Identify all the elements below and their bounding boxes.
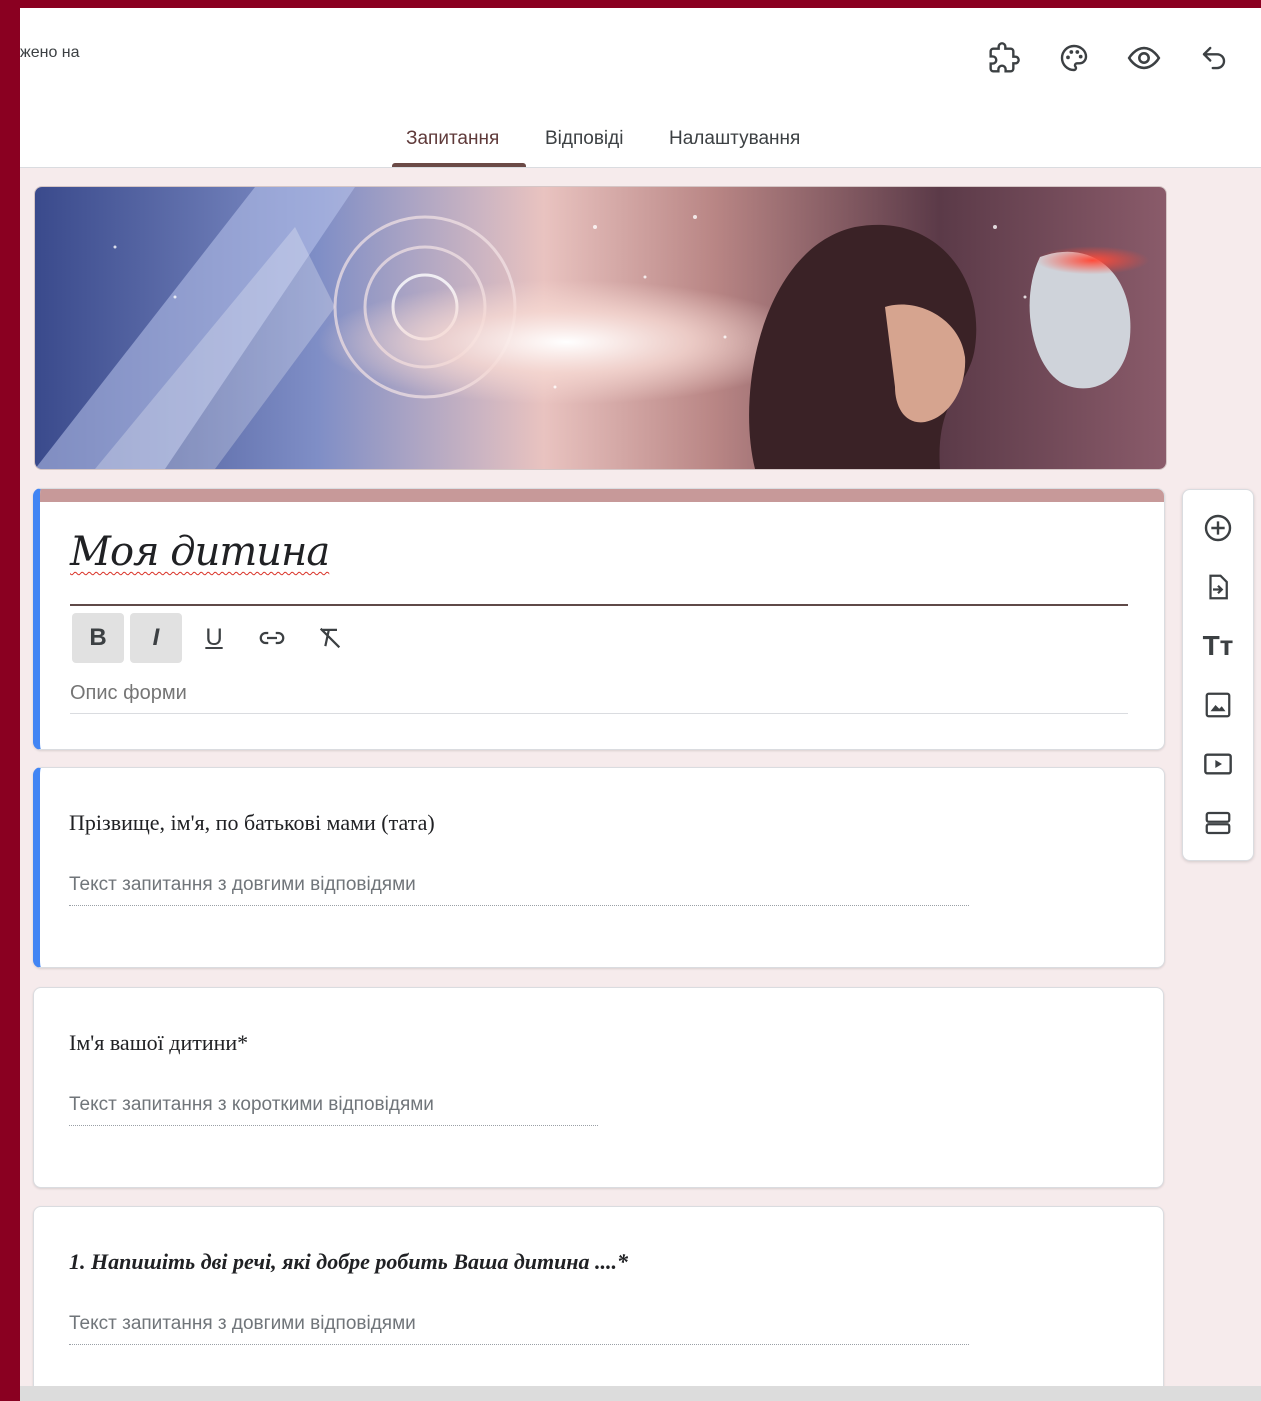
header: жено на Запитання Відповіді Налаштування [20,8,1261,168]
add-image-icon[interactable] [1194,681,1242,729]
question-toolbar: Tт [1182,489,1254,861]
add-section-icon[interactable] [1194,799,1242,847]
formatting-toolbar: B I U [72,613,356,663]
underline-button[interactable]: U [188,613,240,663]
forms-editor: жено на Запитання Відповіді Налаштування [20,8,1261,1401]
title-underline [70,604,1128,606]
tab-settings[interactable]: Налаштування [669,128,800,150]
tab-bar: Запитання Відповіді Налаштування [20,118,1261,167]
active-tab-indicator [392,163,526,167]
horizontal-scrollbar[interactable] [20,1386,1261,1401]
question-title: Ім'я вашої дитини* [69,1030,249,1055]
italic-button[interactable]: I [130,613,182,663]
add-question-icon[interactable] [1194,504,1242,552]
form-description-field[interactable] [70,682,1128,714]
header-image [34,186,1167,470]
add-video-icon[interactable] [1194,740,1242,788]
bold-button[interactable]: B [72,613,124,663]
form-title-card[interactable]: Моя дитина B I U [33,488,1165,750]
question-card[interactable]: Прізвище, ім'я, по батькові мами (тата) … [33,767,1165,968]
import-questions-icon[interactable] [1194,563,1242,611]
add-title-icon[interactable]: Tт [1194,622,1242,670]
palette-icon[interactable] [1054,38,1094,78]
clear-format-icon[interactable] [304,613,356,663]
question-title: Прізвище, ім'я, по батькові мами (тата) [69,810,435,835]
question-title: 1. Напишіть дві речі, які добре робить В… [69,1249,629,1274]
question-card[interactable]: Ім'я вашої дитини* Текст запитання з кор… [33,987,1164,1188]
undo-icon[interactable] [1194,38,1234,78]
tab-responses[interactable]: Відповіді [545,128,623,150]
short-answer-hint: Текст запитання з короткими відповідями [69,1094,598,1126]
form-title[interactable]: Моя дитина [70,529,330,575]
long-answer-hint: Текст запитання з довгими відповідями [69,874,969,906]
tab-questions[interactable]: Запитання [406,128,499,150]
theme-strip [40,489,1164,502]
link-icon[interactable] [246,613,298,663]
eye-icon[interactable] [1124,38,1164,78]
puzzle-icon[interactable] [984,38,1024,78]
save-status: жено на [20,44,80,61]
question-card[interactable]: 1. Напишіть дві речі, які добре робить В… [33,1206,1164,1401]
long-answer-hint: Текст запитання з довгими відповідями [69,1313,969,1345]
